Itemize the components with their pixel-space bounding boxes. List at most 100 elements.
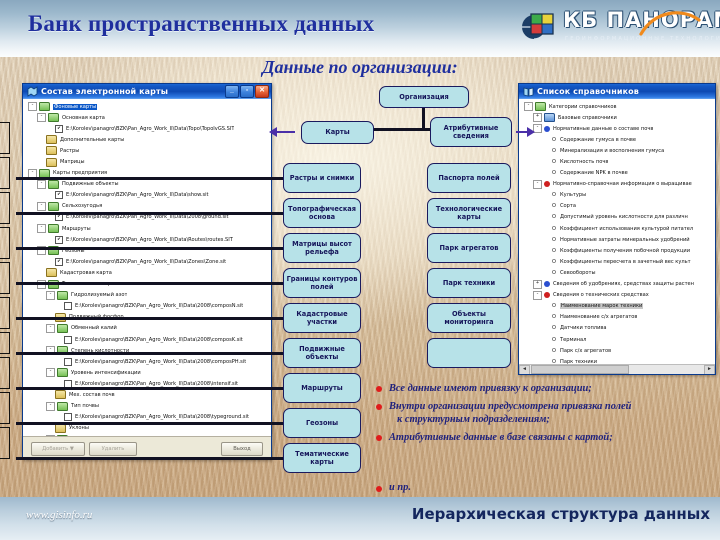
left-window-titlebar[interactable]: Состав электронной карты _ ▫ ✕ xyxy=(23,84,271,99)
diagram-node-attribute-item[interactable]: Парк техники xyxy=(427,268,511,298)
checkbox-unchecked-icon[interactable] xyxy=(64,357,72,366)
tree-row[interactable]: - Маршруты xyxy=(25,223,271,234)
checkbox-unchecked-icon[interactable] xyxy=(64,335,72,344)
diagram-node-attribute-item[interactable]: Паспорта полей xyxy=(427,163,511,193)
tree-row[interactable]: - Нормативные данные о составе почв xyxy=(521,123,715,134)
diagram-node-attributes[interactable]: Атрибутивные сведения xyxy=(430,117,512,147)
tree-expander[interactable]: - xyxy=(37,179,46,189)
tree-row[interactable]: Кадастровая карта xyxy=(25,267,271,278)
tree-row[interactable]: O Парк с/х агрегатов xyxy=(521,345,715,356)
tree-expander[interactable]: - xyxy=(28,102,37,112)
footer-website-url[interactable]: www.gisinfo.ru xyxy=(26,509,92,521)
tree-row[interactable]: O Датчики топлива xyxy=(521,323,715,334)
diagram-node-map-item[interactable]: Растры и снимки xyxy=(283,163,361,193)
checkbox-checked-icon[interactable]: ✔ xyxy=(55,257,63,266)
tree-row[interactable]: + Базовые справочники xyxy=(521,112,715,123)
diagram-node-map-item[interactable]: Кадастровые участки xyxy=(283,303,361,333)
tree-row[interactable]: E:\Korolev\panagro\BZK\Pan_Agro_Work_II\… xyxy=(25,334,271,345)
tree-row[interactable]: - Сведения о технических средствах xyxy=(521,290,715,301)
tree-row[interactable]: O Допустимый уровень кислотности для разл… xyxy=(521,212,715,223)
diagram-node-attribute-item[interactable]: Технологические карты xyxy=(427,198,511,228)
scroll-right-arrow[interactable]: ► xyxy=(704,364,715,374)
tree-row[interactable]: - Сельхозугодья xyxy=(25,201,271,212)
tree-row[interactable]: O Кислотность почв xyxy=(521,156,715,167)
tree-expander[interactable]: - xyxy=(46,401,55,411)
minimize-button[interactable]: _ xyxy=(225,85,239,98)
reference-categories-tree[interactable]: - Категории справочников + Базовые справочн… xyxy=(521,101,715,374)
checkbox-unchecked-icon[interactable] xyxy=(64,302,72,311)
checkbox-unchecked-icon[interactable] xyxy=(64,413,72,422)
tree-row[interactable]: ✔ E:\Korolev\panagro\BZK\Pan_Agro_Work_II… xyxy=(25,190,271,201)
checkbox-checked-icon[interactable]: ✔ xyxy=(55,191,63,200)
diagram-node-map-item[interactable]: Границы контуров полей xyxy=(283,268,361,298)
diagram-node-map-item[interactable]: Геозоны xyxy=(283,408,361,438)
tree-row[interactable]: - Обменный калий xyxy=(25,323,271,334)
tree-row[interactable]: O Коэффициент использования культурой пит… xyxy=(521,223,715,234)
tree-row[interactable]: Мех. состав почв xyxy=(25,389,271,400)
delete-button[interactable]: Удалить xyxy=(89,442,137,456)
tree-row[interactable]: O Содержание NPK в почве xyxy=(521,168,715,179)
close-button[interactable]: ✕ xyxy=(255,85,269,98)
tree-row[interactable]: O Коэффициенты получения побочной продукц… xyxy=(521,245,715,256)
tree-row[interactable]: - Гидролизуемый азот xyxy=(25,290,271,301)
maximize-button[interactable]: ▫ xyxy=(240,85,254,98)
scroll-left-arrow[interactable]: ◄ xyxy=(519,364,530,374)
exit-button[interactable]: Выход xyxy=(221,442,263,456)
diagram-node-maps[interactable]: Карты xyxy=(301,121,374,144)
tree-row[interactable]: - Уровень интенсификации xyxy=(25,367,271,378)
diagram-node-root[interactable]: Организация xyxy=(379,86,469,108)
tree-expander[interactable]: - xyxy=(46,290,55,300)
tree-row[interactable]: O Минерализация и восполнения гумуса xyxy=(521,145,715,156)
tree-row[interactable]: O Севообороты xyxy=(521,267,715,278)
tree-row[interactable]: E:\Korolev\panagro\BZK\Pan_Agro_Work_II\… xyxy=(25,356,271,367)
tree-row[interactable]: - Подвижные объекты xyxy=(25,179,271,190)
tree-row[interactable]: O Сорта xyxy=(521,201,715,212)
diagram-node-map-item[interactable]: Матрицы высот рельефа xyxy=(283,233,361,263)
tree-expander[interactable]: - xyxy=(46,368,55,378)
checkbox-checked-icon[interactable]: ✔ xyxy=(55,235,63,244)
tree-row[interactable]: ✔ E:\Korolev\panagro\BZK\Pan_Agro_Work_II… xyxy=(25,256,271,267)
left-window-controls[interactable]: _ ▫ ✕ xyxy=(225,85,269,98)
tree-row[interactable]: O Культуры xyxy=(521,190,715,201)
tree-expander[interactable]: - xyxy=(524,102,533,112)
diagram-node-map-item[interactable]: Подвижные объекты xyxy=(283,338,361,368)
tree-row[interactable]: - Фоновые карты xyxy=(25,101,271,112)
electronic-map-composition-window[interactable]: Состав электронной карты _ ▫ ✕ - Фоновые … xyxy=(22,83,272,460)
tree-row[interactable]: O Нормативные затраты минеральных удобрен… xyxy=(521,234,715,245)
tree-row[interactable]: O Наименование марок техники xyxy=(521,301,715,312)
tree-row[interactable]: ✔ E:\Korolev\panagro\BZK\Pan_Agro_Work_II… xyxy=(25,123,271,134)
tree-row[interactable]: - Основная карта xyxy=(25,112,271,123)
checkbox-checked-icon[interactable]: ✔ xyxy=(55,213,63,222)
diagram-node-attribute-item[interactable]: Объекты мониторинга xyxy=(427,303,511,333)
tree-expander[interactable]: - xyxy=(533,179,542,189)
tree-row[interactable]: Матрицы xyxy=(25,156,271,167)
tree-expander[interactable]: - xyxy=(46,323,55,333)
tree-row[interactable]: E:\Korolev\panagro\BZK\Pan_Agro_Work_II\… xyxy=(25,301,271,312)
diagram-node-attribute-item[interactable]: Парк агрегатов xyxy=(427,233,511,263)
tree-row[interactable]: O Наименование с/х агрегатов xyxy=(521,312,715,323)
add-button[interactable]: Добавить ▼ xyxy=(31,442,85,456)
tree-row[interactable]: Растры xyxy=(25,145,271,156)
tree-expander[interactable]: + xyxy=(533,113,542,123)
diagram-node-attribute-item[interactable] xyxy=(427,338,511,368)
checkbox-checked-icon[interactable]: ✔ xyxy=(55,124,63,133)
tree-row[interactable]: O Терминал xyxy=(521,334,715,345)
tree-row[interactable]: O Содержание гумуса в почве xyxy=(521,134,715,145)
tree-expander[interactable]: + xyxy=(533,279,542,289)
diagram-node-map-item[interactable]: Маршруты xyxy=(283,373,361,403)
tree-row[interactable]: - Тип почвы xyxy=(25,401,271,412)
diagram-node-map-item[interactable]: Топографическая основа xyxy=(283,198,361,228)
tree-row[interactable]: ✔ E:\Korolev\panagro\BZK\Pan_Agro_Work_II… xyxy=(25,234,271,245)
tree-expander[interactable]: - xyxy=(37,113,46,123)
map-layers-tree[interactable]: - Фоновые карты - Основная карта ✔ E:\Korolev… xyxy=(25,101,271,459)
tree-row[interactable]: O Коэффициенты пересчета в зачетный вес к… xyxy=(521,256,715,267)
tree-expander[interactable]: - xyxy=(37,201,46,211)
scrollbar-thumb[interactable] xyxy=(531,365,629,374)
tree-expander[interactable]: - xyxy=(37,224,46,234)
diagram-node-map-item[interactable]: Тематические карты xyxy=(283,443,361,473)
horizontal-scrollbar[interactable]: ◄ ► xyxy=(519,364,715,374)
tree-row[interactable]: Дополнительные карты xyxy=(25,134,271,145)
tree-row[interactable]: - Категории справочников xyxy=(521,101,715,112)
reference-list-window[interactable]: Список справочников - Категории справочни… xyxy=(518,83,716,375)
tree-row[interactable]: - Нормативно-справочная информация о выра… xyxy=(521,179,715,190)
